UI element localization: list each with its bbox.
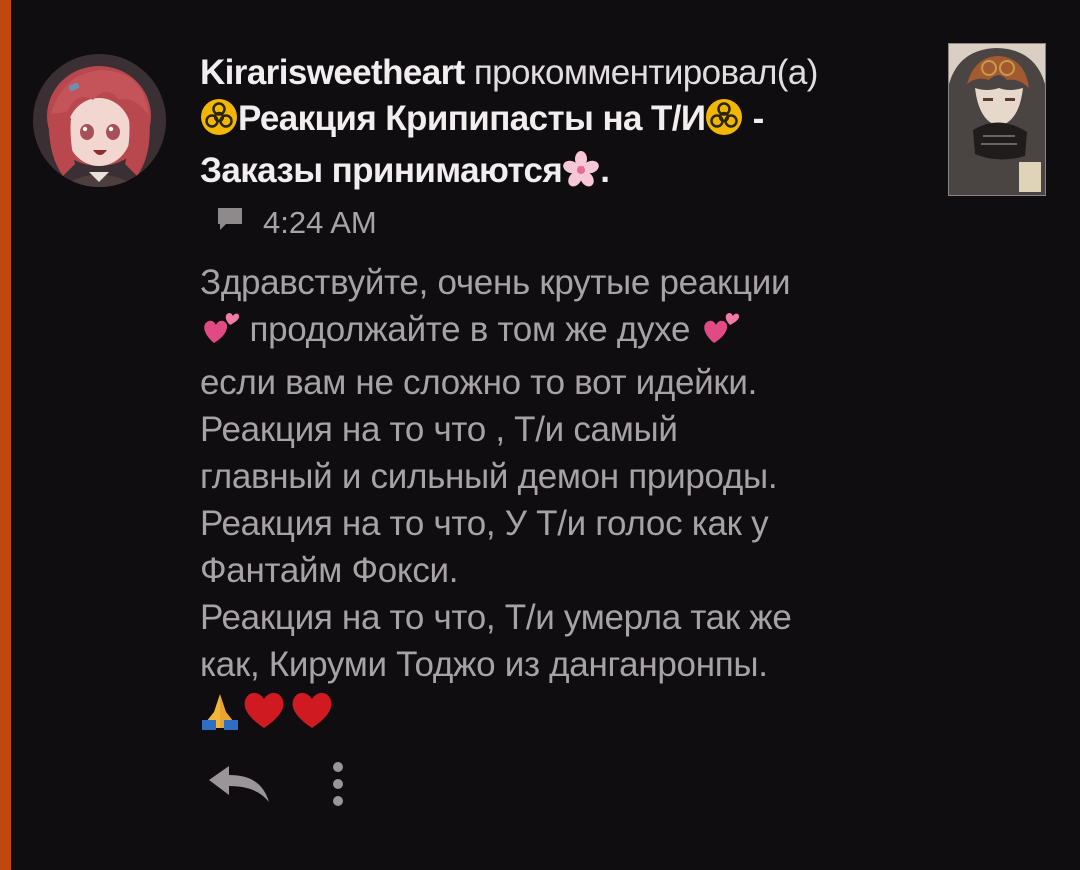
- comment-actions: [205, 760, 345, 808]
- post-thumbnail-image: [949, 44, 1045, 195]
- red-heart-icon: [288, 688, 336, 742]
- accent-bar: [0, 0, 11, 870]
- comment-body: Здравствуйте, очень крутые реакции продо…: [200, 259, 920, 742]
- comment-bubble-icon: [215, 205, 245, 241]
- action-text: прокомментировал(а): [473, 53, 819, 92]
- post-title-link[interactable]: Реакция Крипипасты на Т/И - Заказы прини…: [200, 99, 764, 190]
- post-thumbnail[interactable]: [948, 43, 1046, 196]
- folded-hands-icon: [200, 690, 240, 742]
- biohazard-icon: [705, 98, 743, 148]
- comment-emoji-line: [200, 688, 920, 742]
- comment-line: Реакция на то что, У Т/и голос как у: [200, 504, 769, 543]
- post-title-end: .: [600, 151, 610, 190]
- comment-time: 4:24 AM: [263, 205, 377, 240]
- comment-line: Реакция на то что, Т/и умерла так же: [200, 598, 792, 637]
- comment-line: главный и сильный демон природы.: [200, 457, 778, 496]
- comment-header: Kirarisweetheart прокомментировал(а) Реа…: [200, 50, 920, 200]
- two-hearts-icon: [700, 309, 740, 359]
- post-title-dash: -: [752, 99, 765, 138]
- two-hearts-icon: [200, 309, 240, 359]
- post-title-part1: Реакция Крипипасты на Т/И: [238, 99, 706, 138]
- comment-line-text: продолжайте в том же духе: [249, 310, 691, 349]
- username-link[interactable]: Kirarisweetheart: [200, 53, 465, 92]
- comment-line: как, Кируми Тоджо из данганронпы.: [200, 645, 768, 684]
- comment-line: Реакция на то что , Т/и самый: [200, 410, 678, 449]
- red-heart-icon: [240, 688, 288, 742]
- comment-line-with-hearts: продолжайте в том же духе: [200, 306, 920, 359]
- more-vertical-icon[interactable]: [331, 760, 345, 808]
- comment-meta: 4:24 AM: [215, 203, 377, 243]
- comment-line: если вам не сложно то вот идейки.: [200, 363, 758, 402]
- comment-line: Фантайм Фокси.: [200, 551, 459, 590]
- reply-arrow-icon[interactable]: [205, 762, 271, 806]
- comment-line: Здравствуйте, очень крутые реакции: [200, 263, 791, 302]
- avatar-image: [33, 54, 166, 187]
- cherry-blossom-icon: [562, 150, 600, 200]
- biohazard-icon: [200, 98, 238, 148]
- avatar[interactable]: [33, 54, 166, 187]
- post-title-part2: Заказы принимаются: [200, 151, 563, 190]
